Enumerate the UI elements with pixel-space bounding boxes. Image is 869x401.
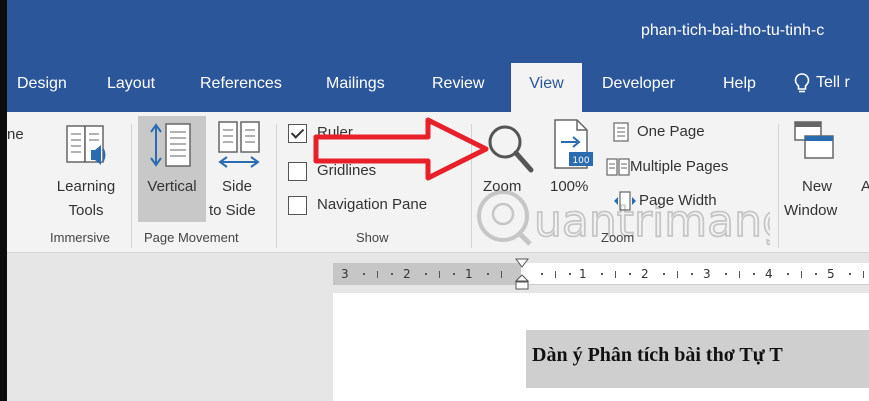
multiple-pages-label: Multiple Pages [630, 158, 729, 175]
ruler-mark [615, 271, 616, 278]
tab-review[interactable]: Review [432, 75, 484, 93]
ruler-tick [425, 273, 427, 275]
ruler-tick [849, 273, 851, 275]
new-window-icon [794, 121, 834, 159]
side-to-side-icon [218, 121, 260, 168]
window-left-edge [0, 0, 7, 401]
ruler-tick [629, 273, 631, 275]
learning-tools-label-2: Tools [68, 202, 104, 219]
tab-references[interactable]: References [200, 75, 282, 93]
document-heading-text: Dàn ý Phân tích bài thơ Tự T [532, 344, 783, 366]
group-separator [778, 124, 779, 248]
new-window-label-1: New [802, 178, 833, 195]
ruler-tick [487, 273, 489, 275]
tell-me-label: Tell r [816, 74, 850, 91]
ruler-number: 1 [465, 267, 473, 281]
ruler-number: 5 [827, 267, 835, 281]
document-workspace: 3 2 1 1 2 3 4 5 Dàn ý Phân tích bài thơ … [7, 253, 869, 401]
annotation-arrow [313, 117, 489, 181]
ruler-tick [753, 273, 755, 275]
side-to-side-label-2: to Side [209, 202, 256, 219]
ruler-tick [601, 273, 603, 275]
ruler-tick [453, 273, 455, 275]
ruler-number: 4 [765, 267, 773, 281]
group-separator [131, 124, 132, 248]
tab-developer[interactable]: Developer [602, 75, 675, 93]
horizontal-ruler[interactable]: 3 2 1 1 2 3 4 5 [333, 258, 869, 290]
ruler-tick [815, 273, 817, 275]
ruler-number: 3 [703, 267, 711, 281]
group-separator [276, 124, 277, 248]
ruler-mark [439, 271, 440, 278]
multiple-pages-icon [606, 158, 630, 176]
new-window-label-2: Window [784, 202, 838, 219]
tab-help[interactable]: Help [723, 75, 756, 93]
ruler-mark [739, 271, 740, 278]
ruler-checkbox[interactable] [288, 124, 307, 143]
vertical-scroll-icon [150, 123, 191, 167]
immersive-partial-label: ne [7, 126, 24, 143]
tab-mailings[interactable]: Mailings [326, 75, 385, 93]
one-page-label: One Page [637, 123, 705, 140]
ruler-tick [787, 273, 789, 275]
ruler-number: 3 [341, 267, 349, 281]
ruler-tick [391, 273, 393, 275]
ruler-number: 2 [641, 267, 649, 281]
side-to-side-label-1: Side [222, 178, 253, 195]
vertical-label: Vertical [147, 178, 197, 195]
navigation-pane-label: Navigation Pane [317, 196, 428, 213]
ruler-tick [663, 273, 665, 275]
tab-view[interactable]: View [511, 63, 582, 112]
ruler-mark [677, 271, 678, 278]
watermark: uantrimang [477, 190, 770, 248]
document-page[interactable]: Dàn ý Phân tích bài thơ Tự T [333, 293, 869, 401]
ruler-mark [863, 271, 864, 278]
group-label-immersive: Immersive [50, 230, 110, 245]
ruler-tick [691, 273, 693, 275]
gridlines-checkbox[interactable] [288, 162, 307, 181]
ruler-mark [377, 271, 378, 278]
lightbulb-icon [794, 73, 810, 93]
ruler-margin-area [333, 263, 521, 285]
one-page-icon [613, 122, 629, 142]
learning-tools-icon [66, 125, 106, 165]
ruler-tick [363, 273, 365, 275]
group-label-show: Show [356, 230, 389, 245]
group-label-page-movement: Page Movement [144, 230, 239, 245]
title-bar: phan-tich-bai-tho-tu-tinh-c [7, 0, 869, 63]
tab-layout[interactable]: Layout [107, 75, 155, 93]
ruler-number: 1 [579, 267, 587, 281]
zoom-100-badge: 100 [572, 156, 589, 166]
ruler-mark [501, 271, 502, 278]
tell-me-box[interactable]: Tell r [794, 72, 850, 94]
document-title: phan-tich-bai-tho-tu-tinh-c [641, 22, 825, 39]
navigation-pane-checkbox[interactable] [288, 196, 307, 215]
tab-design[interactable]: Design [17, 75, 67, 93]
ruler-mark [555, 271, 556, 278]
document-heading[interactable]: Dàn ý Phân tích bài thơ Tự T [526, 330, 869, 388]
ruler-tick [569, 273, 571, 275]
indent-marker[interactable] [514, 257, 530, 293]
ruler-tick [541, 273, 543, 275]
window-group-partial-label: A [861, 178, 869, 195]
watermark-text: uantrimang [534, 196, 770, 247]
zoom-100-icon: 100 [554, 119, 593, 169]
ruler-number: 2 [403, 267, 411, 281]
app-frame: phan-tich-bai-tho-tu-tinh-c Design Layou… [0, 0, 869, 401]
ruler-tick [725, 273, 727, 275]
ruler-mark [801, 271, 802, 278]
learning-tools-label-1: Learning [56, 178, 116, 195]
ribbon-tab-row: Design Layout References Mailings Review… [7, 63, 869, 112]
